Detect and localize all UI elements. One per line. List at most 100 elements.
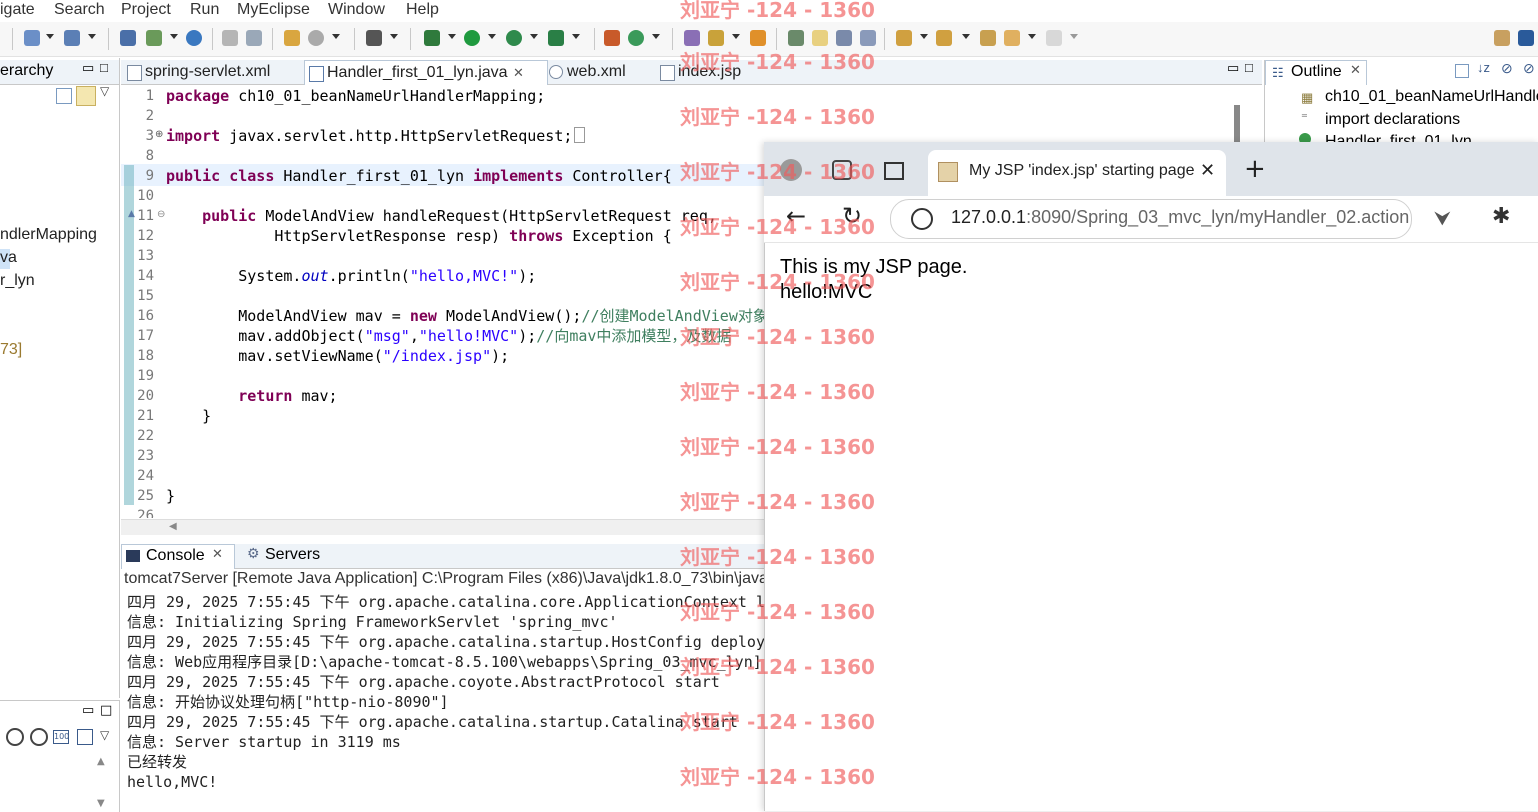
jsp-page-text: This is my JSP page. bbox=[780, 256, 968, 278]
run-icon[interactable] bbox=[464, 30, 480, 46]
back-icon[interactable] bbox=[1004, 30, 1020, 46]
menu-bar: igate Search Project Run MyEclipse Windo… bbox=[0, 0, 1538, 20]
back-arrow-icon[interactable]: ← bbox=[786, 202, 806, 230]
hide-static-icon[interactable]: ⊘ bbox=[1523, 60, 1535, 77]
fold-expand-icon[interactable]: ⊕ bbox=[155, 129, 163, 140]
profile-avatar-icon[interactable] bbox=[780, 159, 802, 181]
tree-item-package[interactable]: ndlerMapping bbox=[0, 226, 97, 244]
link-editor-icon[interactable] bbox=[76, 86, 96, 106]
code-line: HttpServletResponse resp) throws Excepti… bbox=[166, 227, 672, 245]
deploy-icon[interactable] bbox=[146, 30, 162, 46]
address-bar[interactable]: 127.0.0.1:8090/Spring_03_mvc_lyn/myHandl… bbox=[890, 199, 1412, 239]
tab-servers[interactable]: ⚙ Servers bbox=[245, 544, 325, 568]
new-tab-icon[interactable]: + bbox=[1244, 154, 1266, 184]
sort-icon[interactable]: ↓z bbox=[1477, 60, 1490, 75]
coverage-icon[interactable] bbox=[548, 30, 564, 46]
maximize-icon[interactable]: □ bbox=[100, 703, 112, 718]
fit-icon[interactable] bbox=[77, 729, 93, 745]
bookmark-icon[interactable]: ⮟ bbox=[1434, 206, 1451, 230]
scroll-up-icon[interactable]: ▲ bbox=[97, 756, 105, 767]
next-annotation-icon[interactable] bbox=[896, 30, 912, 46]
tab-console[interactable]: Console ✕ bbox=[121, 544, 235, 569]
search-icon[interactable] bbox=[750, 30, 766, 46]
block-selection-icon[interactable] bbox=[836, 30, 852, 46]
outline-item-package[interactable]: ch10_01_beanNameUrlHandlerMapping bbox=[1325, 88, 1538, 106]
reload-icon[interactable]: ↻ bbox=[842, 202, 862, 230]
tree-item-java-file[interactable]: va bbox=[0, 249, 17, 269]
debug-icon[interactable] bbox=[424, 30, 440, 46]
show-whitespace-icon[interactable] bbox=[860, 30, 876, 46]
menu-navigate[interactable]: igate bbox=[0, 0, 35, 20]
workspaces-icon[interactable] bbox=[832, 160, 852, 180]
line-number: 3 bbox=[145, 128, 154, 144]
last-edit-icon[interactable] bbox=[980, 30, 996, 46]
console-output[interactable]: 四月 29, 2025 7:55:45 下午 org.apache.catali… bbox=[124, 592, 764, 811]
server-icon[interactable] bbox=[120, 30, 136, 46]
run-history-icon[interactable] bbox=[506, 30, 522, 46]
tab-index-jsp[interactable]: index.jsp bbox=[656, 60, 778, 84]
minimize-icon[interactable]: ▭ bbox=[82, 60, 94, 76]
extensions-icon[interactable]: ✱ bbox=[1492, 204, 1510, 229]
search-wizard-icon[interactable] bbox=[64, 30, 80, 46]
browser-globe-icon[interactable] bbox=[186, 30, 202, 46]
vertical-tabs-icon[interactable] bbox=[884, 162, 904, 180]
menu-run[interactable]: Run bbox=[190, 0, 219, 20]
new-class-icon[interactable] bbox=[604, 30, 620, 46]
refresh-icon[interactable] bbox=[246, 30, 262, 46]
open-perspective-icon[interactable] bbox=[1494, 30, 1510, 46]
tree-item-class[interactable]: r_lyn bbox=[0, 272, 35, 290]
view-menu-icon[interactable]: ▽ bbox=[100, 728, 109, 742]
tab-spring-servlet-xml[interactable]: spring-servlet.xml bbox=[123, 60, 301, 84]
minimize-icon[interactable]: ▭ bbox=[82, 703, 94, 718]
actual-size-icon[interactable]: 100 bbox=[53, 730, 69, 744]
browser-tab[interactable]: My JSP 'index.jsp' starting page ✕ bbox=[928, 150, 1226, 196]
menu-help[interactable]: Help bbox=[406, 0, 439, 20]
tab-handler-java[interactable]: Handler_first_01_lyn.java ✕ bbox=[304, 60, 548, 85]
prev-annotation-icon[interactable] bbox=[936, 30, 952, 46]
settings-icon[interactable] bbox=[308, 30, 324, 46]
new-wizard-icon[interactable] bbox=[24, 30, 40, 46]
jsp-file-icon bbox=[660, 65, 675, 81]
line-number: 18 bbox=[137, 348, 154, 364]
zoom-out-icon[interactable] bbox=[6, 728, 24, 746]
terminal-icon[interactable] bbox=[366, 30, 382, 46]
zoom-in-icon[interactable] bbox=[30, 728, 48, 746]
outline-item-imports[interactable]: import declarations bbox=[1325, 111, 1460, 129]
message-text: hello!MVC bbox=[780, 281, 873, 303]
menu-search[interactable]: Search bbox=[54, 0, 105, 20]
close-tab-icon[interactable]: ✕ bbox=[1350, 62, 1361, 78]
tab-web-xml[interactable]: web.xml bbox=[545, 60, 657, 84]
new-package-icon[interactable] bbox=[628, 30, 644, 46]
maximize-icon[interactable]: □ bbox=[1245, 60, 1253, 75]
collapse-all-icon[interactable] bbox=[1455, 64, 1469, 78]
menu-window[interactable]: Window bbox=[328, 0, 385, 20]
console-line: hello,MVC! bbox=[127, 773, 218, 791]
toggle-mark-icon[interactable] bbox=[788, 30, 804, 46]
tab-outline[interactable]: ☷ Outline ✕ bbox=[1265, 60, 1367, 85]
editor-horizontal-scrollbar[interactable]: ◀ bbox=[121, 519, 766, 535]
close-tab-icon[interactable]: ✕ bbox=[513, 61, 524, 85]
tree-item-library[interactable]: 73] bbox=[0, 341, 22, 359]
code-line: public class Handler_first_01_lyn implem… bbox=[166, 167, 672, 185]
open-task-icon[interactable] bbox=[708, 30, 724, 46]
view-menu-icon[interactable]: ▽ bbox=[100, 84, 109, 98]
scroll-down-icon[interactable]: ▼ bbox=[97, 798, 105, 809]
scroll-left-icon[interactable]: ◀ bbox=[169, 521, 177, 532]
open-type-icon[interactable] bbox=[684, 30, 700, 46]
hide-fields-icon[interactable]: ⊘ bbox=[1501, 60, 1513, 77]
maximize-icon[interactable]: □ bbox=[100, 60, 108, 75]
menu-project[interactable]: Project bbox=[121, 0, 171, 20]
close-tab-icon[interactable]: ✕ bbox=[1200, 160, 1215, 181]
line-number: 24 bbox=[137, 468, 154, 484]
fold-collapse-icon[interactable]: ⊖ bbox=[157, 209, 165, 220]
new-project-icon[interactable] bbox=[284, 30, 300, 46]
minimize-icon[interactable]: ▭ bbox=[1227, 60, 1239, 76]
hierarchy-tab[interactable]: erarchy ▭ □ bbox=[0, 60, 119, 85]
menu-myeclipse[interactable]: MyEclipse bbox=[237, 0, 310, 20]
highlight-icon[interactable] bbox=[812, 30, 828, 46]
close-tab-icon[interactable]: ✕ bbox=[212, 546, 223, 562]
editor-vertical-scrollbar[interactable] bbox=[1234, 105, 1240, 145]
collapse-all-icon[interactable] bbox=[56, 88, 72, 104]
java-perspective-icon[interactable] bbox=[1518, 30, 1534, 46]
site-info-globe-icon[interactable] bbox=[911, 208, 933, 230]
